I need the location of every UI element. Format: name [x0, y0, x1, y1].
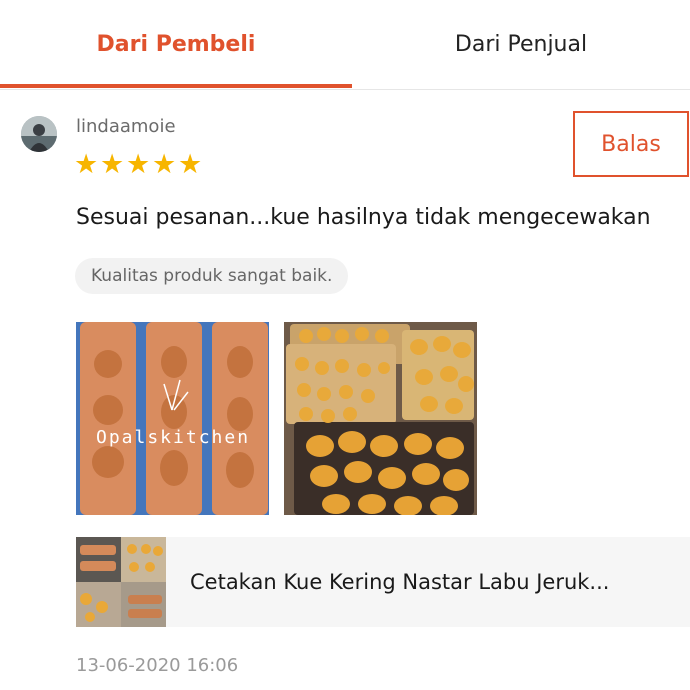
- reviewer-username: lindaamoie: [76, 116, 176, 137]
- star-icon: ★: [74, 149, 99, 180]
- avatar[interactable]: [21, 116, 57, 152]
- active-tab-indicator: [0, 84, 352, 88]
- product-card[interactable]: Cetakan Kue Kering Nastar Labu Jeruk...: [76, 537, 690, 627]
- tab-from-seller[interactable]: Dari Penjual: [352, 0, 690, 88]
- star-icon: ★: [100, 149, 125, 180]
- product-thumbnail: [76, 537, 166, 627]
- star-rating: ★ ★ ★ ★ ★: [74, 150, 204, 180]
- review-timestamp: 13-06-2020 16:06: [76, 655, 239, 676]
- star-icon: ★: [126, 149, 151, 180]
- photo-watermark: Opalskitchen: [96, 427, 251, 448]
- review-tag: Kualitas produk sangat baik.: [75, 258, 349, 294]
- reply-button[interactable]: Balas: [573, 111, 689, 177]
- review-photo-molds[interactable]: Opalskitchen: [76, 322, 269, 515]
- star-icon: ★: [152, 149, 177, 180]
- review-photo-cookies[interactable]: [284, 322, 477, 515]
- review-text: Sesuai pesanan...kue hasilnya tidak meng…: [76, 205, 651, 230]
- tab-from-buyer[interactable]: Dari Pembeli: [0, 0, 352, 88]
- star-icon: ★: [178, 149, 203, 180]
- product-name: Cetakan Kue Kering Nastar Labu Jeruk...: [190, 570, 610, 594]
- review-tabs: Dari Pembeli Dari Penjual: [0, 0, 690, 90]
